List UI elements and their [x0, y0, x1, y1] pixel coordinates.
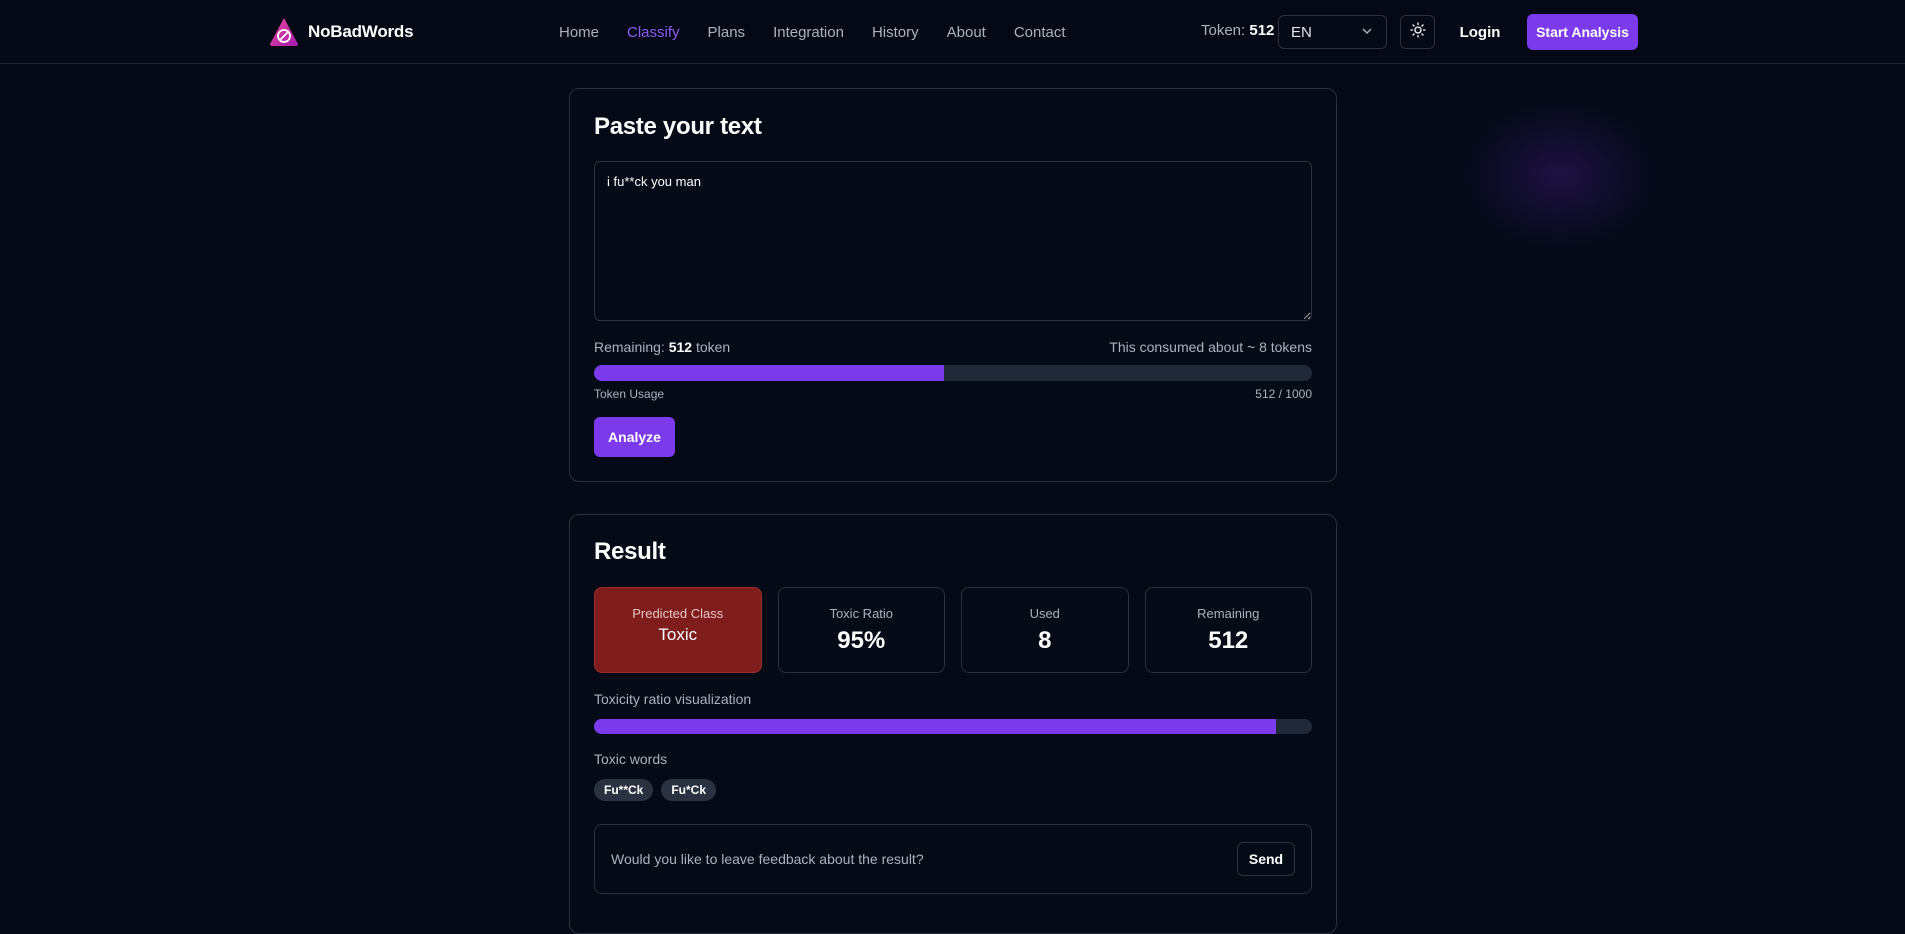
toxic-word-tag: Fu*Ck — [661, 779, 717, 801]
remaining-prefix: Remaining: — [594, 339, 665, 355]
predicted-class-value: Toxic — [658, 625, 698, 644]
used-value: 8 — [1038, 627, 1052, 654]
nav-home[interactable]: Home — [559, 24, 599, 41]
remaining-suffix: token — [695, 339, 731, 355]
result-card-title: Result — [594, 538, 666, 565]
token-info-row: Remaining: 512 token This consumed about… — [594, 339, 1312, 355]
feedback-prompt: Would you like to leave feedback about t… — [611, 851, 924, 867]
ratio-visualization-label: Toxicity ratio visualization — [594, 691, 752, 707]
sun-icon — [1409, 21, 1426, 43]
nav-history[interactable]: History — [872, 24, 919, 41]
toxic-ratio-value: 95% — [837, 627, 886, 654]
start-analysis-button[interactable]: Start Analysis — [1527, 14, 1638, 50]
language-value: EN — [1291, 23, 1312, 41]
consumed-text: This consumed about ~ 8 tokens — [1109, 339, 1312, 355]
result-stats: Predicted Class Toxic Toxic Ratio 95% Us… — [594, 587, 1312, 673]
toxicity-ratio-fill — [594, 719, 1277, 734]
used-stat: Used 8 — [961, 587, 1129, 673]
analyze-button[interactable]: Analyze — [594, 417, 675, 457]
brand-name: NoBadWords — [308, 22, 414, 41]
toxic-ratio-label: Toxic Ratio — [829, 606, 894, 621]
nav-plans[interactable]: Plans — [708, 24, 746, 41]
token-usage-fill — [594, 365, 945, 381]
chevron-down-icon — [1361, 24, 1373, 41]
remaining-tokens: Remaining: 512 token — [594, 339, 730, 355]
token-balance-value: 512 — [1249, 22, 1275, 39]
remaining-stat: Remaining 512 — [1144, 587, 1312, 673]
toxic-word-tag: Fu**Ck — [594, 779, 654, 801]
predicted-class-label: Predicted Class — [632, 606, 724, 621]
toxic-ratio-stat: Toxic Ratio 95% — [777, 587, 945, 673]
token-balance: Token: 512 — [1201, 22, 1274, 39]
background-glow — [1460, 100, 1660, 250]
brand-logo[interactable]: NoBadWords — [268, 16, 414, 48]
text-input[interactable] — [594, 161, 1312, 321]
login-button[interactable]: Login — [1452, 15, 1508, 49]
toxic-words-label: Toxic words — [594, 751, 668, 767]
input-card-title: Paste your text — [594, 113, 762, 140]
remaining-stat-value: 512 — [1208, 627, 1249, 654]
token-balance-label: Token: — [1201, 22, 1246, 39]
token-usage-value: 512 / 1000 — [1255, 387, 1312, 401]
remaining-stat-label: Remaining — [1197, 606, 1260, 621]
nobadwords-logo-icon — [268, 16, 300, 48]
top-navbar: NoBadWords Home Classify Plans Integrati… — [0, 0, 1905, 64]
nav-integration[interactable]: Integration — [773, 24, 844, 41]
predicted-class-stat: Predicted Class Toxic — [594, 587, 762, 673]
toxicity-ratio-bar — [594, 719, 1312, 734]
nav-classify[interactable]: Classify — [627, 24, 680, 41]
nav-contact[interactable]: Contact — [1014, 24, 1066, 41]
used-label: Used — [1029, 606, 1060, 621]
result-card: Result Predicted Class Toxic Toxic Ratio… — [569, 514, 1337, 934]
send-feedback-button[interactable]: Send — [1237, 842, 1295, 876]
feedback-box: Would you like to leave feedback about t… — [594, 824, 1312, 894]
input-card: Paste your text Remaining: 512 token Thi… — [569, 88, 1337, 482]
language-select[interactable]: EN — [1278, 15, 1387, 49]
nav-about[interactable]: About — [947, 24, 986, 41]
remaining-value: 512 — [668, 339, 693, 355]
theme-toggle-button[interactable] — [1400, 15, 1435, 49]
token-usage-row: Token Usage 512 / 1000 — [594, 387, 1312, 401]
toxic-words-list: Fu**Ck Fu*Ck — [594, 779, 717, 801]
token-usage-bar — [594, 365, 1312, 381]
main-nav: Home Classify Plans Integration History … — [559, 0, 1066, 64]
token-usage-label: Token Usage — [594, 387, 665, 401]
